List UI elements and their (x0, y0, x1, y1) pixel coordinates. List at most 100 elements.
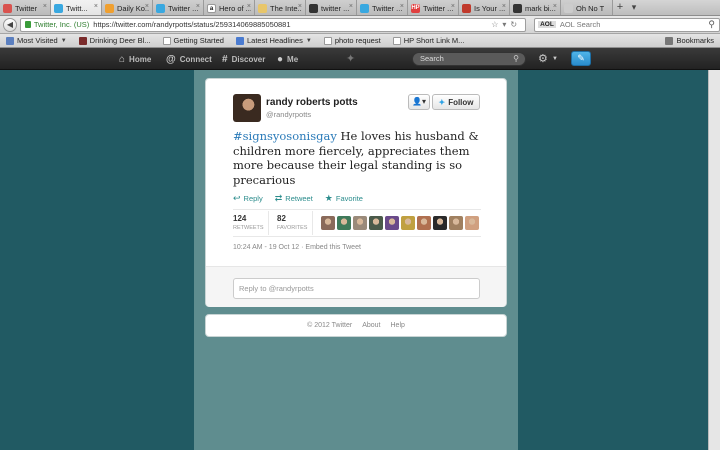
user-screenname[interactable]: @randyrpotts (266, 110, 311, 119)
bookmark-label: Getting Started (173, 36, 224, 45)
url-text[interactable]: https://twitter.com/randyrpotts/status/2… (93, 20, 290, 29)
back-icon[interactable]: ◀ (3, 17, 17, 32)
tweet-timestamp[interactable]: 10:24 AM - 19 Oct 12 (233, 244, 299, 251)
browser-tab[interactable]: a Hero of ... × (204, 0, 255, 15)
close-icon[interactable]: × (553, 3, 557, 10)
chevron-down-icon[interactable]: ▼ (552, 56, 558, 62)
close-icon[interactable]: × (298, 3, 302, 10)
favoriter-avatar[interactable] (353, 216, 367, 230)
tab-favicon-icon (54, 3, 63, 13)
twitter-search-input[interactable]: Search ⚲ (412, 52, 526, 66)
bookmark-label: Most Visited (17, 36, 58, 45)
close-icon[interactable]: × (349, 3, 353, 10)
favoriter-avatar[interactable] (321, 216, 335, 230)
browser-tab[interactable]: HP Twitter ... × (408, 0, 459, 15)
url-bar[interactable]: Twitter, Inc. (US) https://twitter.com/r… (19, 17, 527, 32)
bookmarks-menu[interactable]: Bookmarks (665, 36, 714, 45)
nav-connect[interactable]: @ Connect (166, 48, 212, 70)
tab-favicon-icon (462, 3, 471, 13)
tab-list-button[interactable]: ▾ (627, 0, 641, 15)
search-icon[interactable]: ⚲ (513, 53, 519, 65)
avatar[interactable] (233, 94, 261, 122)
bookmark-item[interactable]: HP Short Link M... (392, 36, 465, 45)
close-icon[interactable]: × (247, 3, 251, 10)
user-fullname[interactable]: randy roberts potts (266, 97, 358, 108)
favoriter-avatar[interactable] (369, 216, 383, 230)
reload-icon[interactable]: ↻ (510, 20, 521, 29)
favoriter-avatar[interactable] (465, 216, 479, 230)
close-icon[interactable]: × (196, 3, 200, 10)
retweet-label: Retweet (285, 194, 313, 203)
favorites-stat[interactable]: 82 FAVORITES (277, 211, 313, 235)
browser-tab[interactable]: Oh No T (561, 0, 613, 15)
tab-favicon-icon (309, 3, 318, 13)
browser-tab[interactable]: Twitter × (0, 0, 51, 15)
browser-search-box[interactable]: AOL AOL Search ⚲ (534, 17, 720, 32)
favoriter-avatar[interactable] (449, 216, 463, 230)
meta-separator: · (301, 244, 304, 251)
footer-help-link[interactable]: Help (391, 322, 405, 329)
bookmark-item[interactable]: Getting Started (162, 36, 224, 45)
browser-nav-bar: ◀ Twitter, Inc. (US) https://twitter.com… (0, 16, 720, 34)
site-identity[interactable]: Twitter, Inc. (US) (34, 20, 89, 29)
close-icon[interactable]: × (43, 3, 47, 10)
search-icon[interactable]: ⚲ (708, 19, 715, 30)
favoriter-avatar[interactable] (433, 216, 447, 230)
bookmark-icon (235, 36, 244, 45)
browser-tab[interactable]: Daily Ko... × (102, 0, 153, 15)
favorites-count: 82 (277, 214, 286, 223)
favoriter-avatar[interactable] (401, 216, 415, 230)
tab-favicon-icon (156, 3, 165, 13)
nav-me[interactable]: ● Me (277, 48, 298, 70)
browser-tab[interactable]: twitter ... × (306, 0, 357, 15)
follow-button[interactable]: ✦ Follow (432, 94, 480, 110)
close-icon[interactable]: × (145, 3, 149, 10)
close-icon[interactable]: × (451, 3, 455, 10)
bookmark-item[interactable]: photo request (323, 36, 381, 45)
twitter-bird-icon: ✦ (438, 97, 446, 107)
bookmark-label: HP Short Link M... (403, 36, 465, 45)
reply-input[interactable]: Reply to @randyrpotts (233, 278, 480, 299)
browser-tab[interactable]: Twitter ... × (153, 0, 204, 15)
favoriter-avatar[interactable] (385, 216, 399, 230)
browser-tab[interactable]: mark bi... × (510, 0, 561, 15)
nav-home[interactable]: ⌂ Home (119, 48, 151, 70)
twitter-bird-icon[interactable]: ✦ (346, 52, 355, 65)
browser-tab[interactable]: Is Your ... × (459, 0, 510, 15)
footer-about-link[interactable]: About (362, 322, 380, 329)
bookmark-item[interactable]: Drinking Deer Bl... (78, 36, 151, 45)
new-tab-button[interactable]: + (613, 0, 627, 15)
url-bar-icons[interactable]: ☆▾↻ (491, 20, 521, 29)
page-scrollbar[interactable] (708, 70, 720, 450)
browser-tab[interactable]: Twitt... × (51, 0, 102, 15)
close-icon[interactable]: × (400, 3, 404, 10)
retweets-count: 124 (233, 214, 247, 223)
close-icon[interactable]: × (502, 3, 506, 10)
retweet-button[interactable]: ⇄ Retweet (275, 193, 313, 204)
compose-tweet-button[interactable]: ✎ (571, 51, 591, 66)
search-engine-logo[interactable]: AOL (538, 21, 556, 28)
browser-tab[interactable]: The Inte... × (255, 0, 306, 15)
favoriter-avatar[interactable] (417, 216, 431, 230)
tab-label: Is Your ... (474, 3, 506, 13)
twitter-search-placeholder: Search (420, 54, 444, 63)
star-icon[interactable]: ☆ (491, 20, 502, 29)
retweets-stat[interactable]: 124 RETWEETS (233, 211, 269, 235)
tab-label: twitter ... (321, 3, 350, 13)
bookmark-item[interactable]: Most Visited ▼ (6, 36, 67, 45)
tab-label: Oh No T (576, 3, 605, 13)
embed-tweet-link[interactable]: Embed this Tweet (305, 244, 361, 251)
nav-discover[interactable]: # Discover (222, 48, 265, 70)
bookmark-item[interactable]: Latest Headlines ▼ (235, 36, 312, 45)
tab-label: Twitter ... (168, 3, 199, 13)
tab-favicon-icon (258, 3, 267, 13)
browser-tab[interactable]: Twitter ... × (357, 0, 408, 15)
bookmarks-menu-label: Bookmarks (676, 36, 714, 45)
user-actions-dropdown[interactable]: 👤▾ (408, 94, 430, 110)
favoriter-avatar[interactable] (337, 216, 351, 230)
close-icon[interactable]: × (94, 3, 98, 10)
favorite-button[interactable]: ★ Favorite (325, 193, 363, 204)
hashtag-link[interactable]: #signsyosonisgay (233, 129, 337, 143)
gear-icon[interactable]: ⚙ (538, 52, 548, 65)
reply-button[interactable]: ↩ Reply (233, 193, 263, 204)
